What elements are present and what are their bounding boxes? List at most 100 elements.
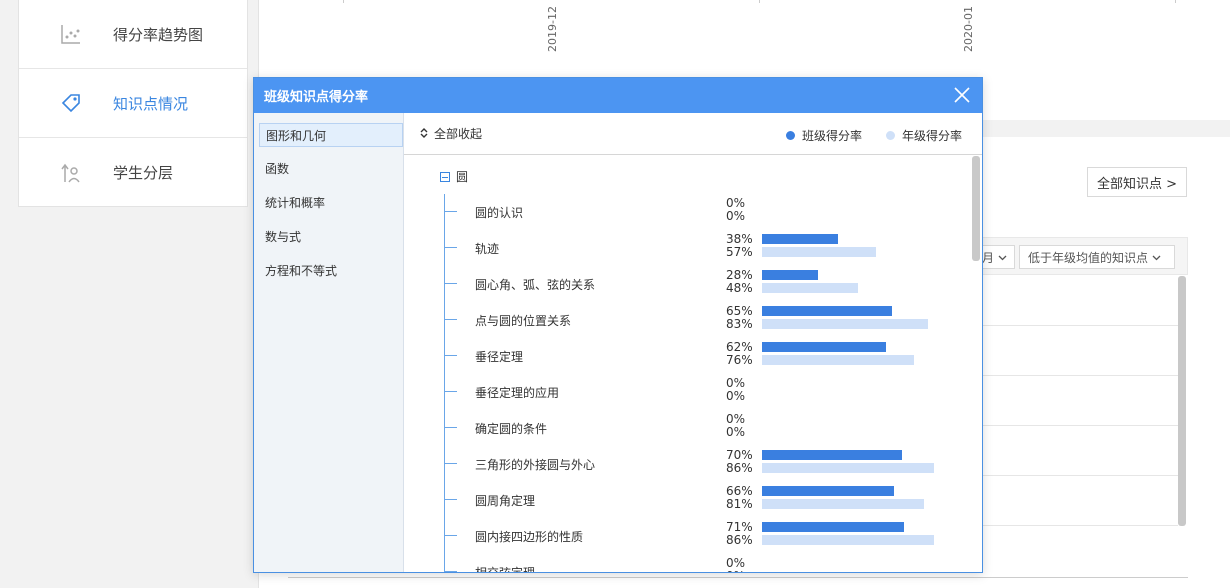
chevron-down-icon — [998, 250, 1007, 264]
grade-rate-label: 83% — [726, 317, 753, 331]
grade-rate-label: 0% — [726, 389, 746, 403]
grade-rate-bar — [762, 535, 934, 545]
tree-branch — [445, 499, 457, 500]
background-scrollbar[interactable] — [1178, 276, 1186, 526]
left-nav: 得分率趋势图 知识点情况 学生分层 — [18, 0, 248, 207]
collapse-all-button[interactable]: 全部收起 — [420, 125, 482, 142]
collapse-all-label: 全部收起 — [434, 127, 483, 141]
modal-scrollbar[interactable] — [972, 156, 980, 572]
tree-branch — [445, 391, 457, 392]
background-filter-bar: 月 低于年级均值的知识点 — [973, 237, 1188, 275]
knowledge-point-name: 垂径定理的应用 — [475, 386, 560, 400]
grade-rate-bar — [762, 463, 934, 473]
table-row — [983, 376, 1178, 426]
tree-branch — [445, 535, 457, 536]
group-label: 圆 — [456, 170, 469, 184]
legend-grade-label: 年级得分率 — [901, 129, 962, 143]
grid-tick — [759, 0, 760, 3]
knowledge-point-row: 圆周角定理 66% 81% — [404, 482, 964, 518]
class-rate-bar — [762, 306, 892, 316]
tree-branch — [445, 463, 457, 464]
grade-rate-bar — [762, 355, 914, 365]
category-item-statistics[interactable]: 统计和概率 — [259, 191, 403, 225]
close-icon[interactable] — [952, 85, 972, 105]
knowledge-point-name: 点与圆的位置关系 — [475, 314, 572, 328]
trend-chart-icon — [59, 22, 83, 46]
grid-tick — [343, 0, 344, 3]
collapse-minus-icon[interactable] — [440, 171, 450, 182]
knowledge-point-row: 圆心角、弧、弦的关系 28% 48% — [404, 266, 964, 302]
tree-branch — [445, 211, 457, 212]
table-row — [983, 476, 1178, 526]
collapse-icon — [420, 127, 428, 140]
category-item-functions[interactable]: 函数 — [259, 157, 403, 191]
nav-item-student-layer[interactable]: 学生分层 — [19, 138, 247, 207]
month-select-label: 月 — [982, 250, 995, 265]
grade-rate-label: 57% — [726, 245, 753, 259]
knowledge-point-row: 三角形的外接圆与外心 70% 86% — [404, 446, 964, 482]
tree-branch — [445, 247, 457, 248]
knowledge-point-name: 圆周角定理 — [475, 494, 536, 508]
filter-select[interactable]: 低于年级均值的知识点 — [1019, 245, 1175, 269]
all-knowledge-points-button[interactable]: 全部知识点 > — [1087, 167, 1187, 197]
tree-branch — [445, 355, 457, 356]
legend-class-label: 班级得分率 — [801, 129, 862, 143]
modal-body: 图形和几何 函数 统计和概率 数与式 方程和不等式 全部收起 班级得分率 年级得… — [254, 113, 982, 572]
legend-class: 班级得分率 — [785, 127, 862, 144]
x-tick-label: 2020-01 — [962, 6, 975, 52]
knowledge-content: 全部收起 班级得分率 年级得分率 圆 圆的认识 0% 0% 轨迹 38% 57%… — [404, 113, 982, 572]
tree-branch — [445, 319, 457, 320]
divider — [288, 577, 1188, 578]
grade-rate-label: 0% — [726, 570, 745, 573]
category-item-equations[interactable]: 方程和不等式 — [259, 259, 403, 293]
grade-rate-label: 86% — [726, 461, 753, 475]
tree-branch — [445, 427, 457, 428]
class-rate-bar — [762, 450, 902, 460]
category-item-geometry[interactable]: 图形和几何 — [259, 123, 403, 147]
knowledge-point-row: 垂径定理的应用 0% 0% — [404, 374, 964, 410]
background-table — [983, 276, 1178, 526]
grade-rate-label: 86% — [726, 533, 753, 547]
grid-tick — [1175, 0, 1176, 3]
knowledge-point-name: 圆心角、弧、弦的关系 — [475, 278, 596, 292]
grade-rate-bar — [762, 319, 928, 329]
knowledge-point-name: 三角形的外接圆与外心 — [475, 458, 596, 472]
class-rate-bar — [762, 270, 818, 280]
class-rate-bar — [762, 234, 838, 244]
modal-title: 班级知识点得分率 — [264, 90, 369, 105]
knowledge-point-name: 圆内接四边形的性质 — [475, 530, 584, 544]
chevron-down-icon — [1152, 250, 1161, 264]
nav-item-knowledge-points[interactable]: 知识点情况 — [19, 69, 247, 138]
knowledge-point-row: 点与圆的位置关系 65% 83% — [404, 302, 964, 338]
category-sidebar: 图形和几何 函数 统计和概率 数与式 方程和不等式 — [254, 113, 404, 572]
class-rate-bar — [762, 342, 886, 352]
table-row — [983, 326, 1178, 376]
x-tick-label: 2019-12 — [546, 6, 559, 52]
knowledge-point-row: 圆内接四边形的性质 71% 86% — [404, 518, 964, 554]
tree-group-circle[interactable]: 圆 — [440, 168, 468, 185]
knowledge-point-row: 圆的认识 0% 0% — [404, 194, 964, 230]
tree-branch — [445, 283, 457, 284]
knowledge-point-modal: 班级知识点得分率 图形和几何 函数 统计和概率 数与式 方程和不等式 全部收起 — [253, 77, 983, 573]
table-row — [983, 426, 1178, 476]
knowledge-point-row: 相交弦定理0%0% — [404, 554, 964, 572]
grade-rate-bar — [762, 499, 924, 509]
knowledge-point-name: 确定圆的条件 — [475, 422, 548, 436]
user-layer-icon — [59, 161, 83, 185]
knowledge-point-row: 轨迹 38% 57% — [404, 230, 964, 266]
knowledge-point-name: 垂径定理 — [475, 350, 524, 364]
tag-icon — [59, 91, 83, 115]
legend-grade-dot — [885, 131, 895, 140]
knowledge-point-name: 轨迹 — [475, 242, 500, 256]
nav-label: 知识点情况 — [113, 94, 189, 113]
grade-rate-label: 0% — [726, 425, 746, 439]
scrollbar-thumb[interactable] — [972, 156, 980, 261]
knowledge-tree: 圆 圆的认识 0% 0% 轨迹 38% 57% 圆心角、弧、弦的关系 28% 48% 点与圆的位置… — [404, 156, 970, 572]
legend-class-dot — [785, 131, 795, 140]
category-item-numbers[interactable]: 数与式 — [259, 225, 403, 259]
grade-rate-bar — [762, 283, 858, 293]
nav-item-score-trend[interactable]: 得分率趋势图 — [19, 0, 247, 69]
knowledge-point-row: 确定圆的条件 0% 0% — [404, 410, 964, 446]
grade-rate-label: 81% — [726, 497, 753, 511]
grade-rate-label: 48% — [726, 281, 753, 295]
